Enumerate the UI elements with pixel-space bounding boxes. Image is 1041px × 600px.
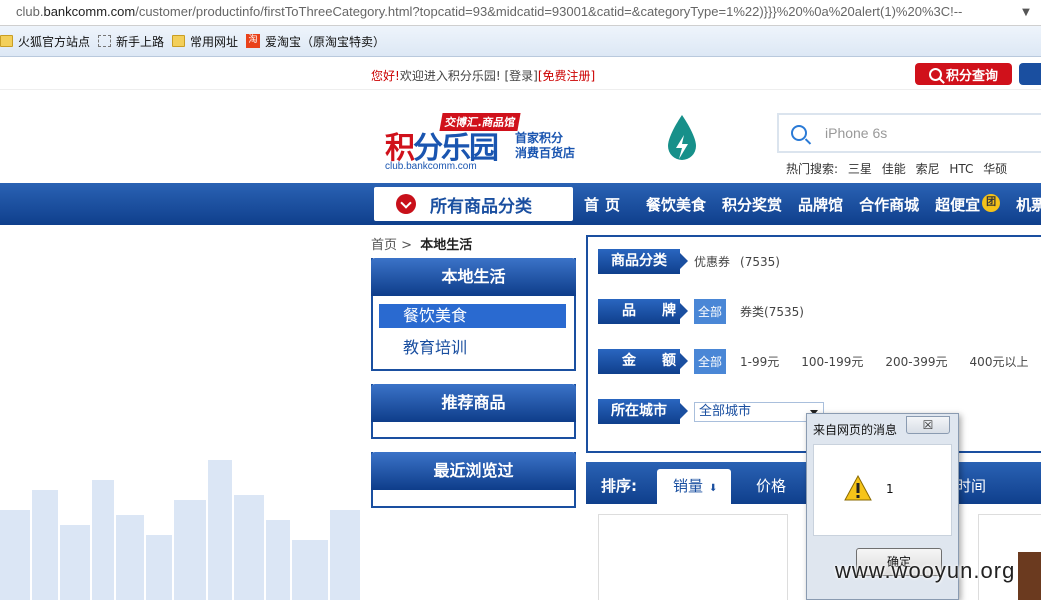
folder-icon (0, 35, 13, 47)
login-link[interactable]: [登录] (504, 69, 537, 83)
product-image[interactable] (1018, 552, 1041, 600)
filter-label-city: 所在城市 (598, 399, 688, 424)
sidebar-item-education[interactable]: 教育培训 (379, 336, 566, 360)
breadcrumb-home[interactable]: 首页 (371, 238, 397, 253)
filter-option-amount[interactable]: 400元以上 (970, 353, 1029, 370)
dialog-body: 1 (813, 444, 952, 536)
filter-option-amount[interactable]: 100-199元 (801, 353, 863, 370)
watermark: www.wooyun.org (835, 558, 1016, 583)
register-link[interactable]: [免费注册] (538, 69, 595, 83)
top-strip: 您好!欢迎进入积分乐园! [登录][免费注册] 积分查询 (0, 58, 1041, 90)
search-icon (928, 67, 942, 81)
local-life-panel: 本地生活 餐饮美食 教育培训 (371, 258, 576, 371)
filter-row-city: 所在城市 全部城市 (598, 399, 824, 424)
sort-label: 排序: (601, 477, 637, 495)
filter-option-amount[interactable]: 1-99元 (740, 353, 779, 370)
sort-tab-time[interactable]: 时间 (956, 475, 986, 496)
hot-search: 热门搜索: 三星 佳能 索尼 HTC 华硕 (786, 162, 1008, 176)
filter-row-brand: 品牌 全部 券类(7535) (598, 299, 826, 324)
taobao-icon: 淘 (246, 34, 261, 48)
filter-option-brand[interactable]: 券类(7535) (740, 303, 804, 320)
filter-option-coupon[interactable]: 优惠券 (694, 253, 730, 270)
filter-option-amount[interactable]: 200-399元 (885, 353, 947, 370)
recently-viewed-panel: 最近浏览过 (371, 452, 576, 508)
dialog-title: 来自网页的消息 (813, 423, 898, 437)
sort-tab-price[interactable]: 价格 (756, 475, 786, 496)
nav-item-bargain[interactable]: 超便宜团 (935, 193, 1001, 215)
header: 交博汇.商品馆 积分乐园 首家积分 消费百货店 club.bankcomm.com… (0, 91, 1041, 183)
product-card[interactable] (598, 514, 788, 600)
recommended-panel: 推荐商品 (371, 384, 576, 439)
hot-term[interactable]: HTC (949, 162, 973, 176)
recently-viewed-title: 最近浏览过 (371, 452, 576, 490)
search-icon[interactable] (791, 125, 807, 141)
local-life-title: 本地生活 (371, 258, 576, 296)
hot-term[interactable]: 索尼 (916, 162, 940, 176)
filter-count: (7535) (740, 254, 780, 269)
bookmark-firefox-site[interactable]: 火狐官方站点 (0, 33, 90, 50)
welcome-text: 您好!欢迎进入积分乐园! [登录][免费注册] (371, 69, 596, 83)
nav-item-dining[interactable]: 餐饮美食 (646, 194, 706, 215)
folder-icon (172, 35, 186, 47)
dialog-message: 1 (886, 482, 894, 496)
filter-label-category: 商品分类 (598, 249, 688, 274)
points-query-button[interactable]: 积分查询 (915, 63, 1012, 85)
all-categories-button[interactable]: 所有商品分类 (374, 187, 573, 221)
filter-label-amount: 金额 (598, 349, 688, 374)
water-drop-lightning-icon (668, 115, 696, 160)
sidebar-item-dining[interactable]: 餐饮美食 (379, 304, 566, 328)
url-dropdown-icon[interactable]: ▼ (1019, 6, 1033, 20)
recommended-title: 推荐商品 (371, 384, 576, 422)
city-select[interactable]: 全部城市 (694, 401, 824, 422)
filter-row-amount: 金额 全部 1-99元 100-199元 200-399元 400元以上 (598, 349, 1041, 374)
hot-term[interactable]: 佳能 (882, 162, 906, 176)
filter-label-brand: 品牌 (598, 299, 688, 324)
group-buy-icon: 团 (982, 193, 1001, 212)
bookmarks-bar: 火狐官方站点 新手上路 常用网址 淘爱淘宝（原淘宝特卖） (0, 26, 1041, 57)
site-logo[interactable]: 交博汇.商品馆 积分乐园 首家积分 消费百货店 club.bankcomm.com (385, 113, 585, 175)
search-box[interactable]: iPhone 6s (777, 113, 1041, 153)
nav-item-partners[interactable]: 合作商城 (859, 194, 919, 215)
bookmark-common-sites[interactable]: 常用网址 (172, 33, 238, 50)
bookmark-ai-taobao[interactable]: 淘爱淘宝（原淘宝特卖） (246, 33, 385, 50)
address-bar[interactable]: club.bankcomm.com/customer/productinfo/f… (0, 0, 1041, 26)
page-icon (98, 35, 112, 47)
filter-row-category: 商品分类 优惠券 (7535) (598, 249, 780, 274)
user-button[interactable] (1019, 63, 1041, 85)
city-skyline-background (0, 460, 360, 600)
nav-item-rewards[interactable]: 积分奖赏 (722, 194, 782, 215)
url-text[interactable]: club.bankcomm.com/customer/productinfo/f… (16, 4, 962, 19)
close-button[interactable]: ☒ (906, 416, 950, 434)
main-nav: 所有商品分类 首页 餐饮美食 积分奖赏 品牌馆 合作商城 超便宜团 机票 (0, 183, 1041, 225)
breadcrumb: 首页 > 本地生活 (371, 234, 472, 253)
breadcrumb-separator: > (401, 238, 413, 253)
nav-item-flights[interactable]: 机票 (1016, 194, 1041, 215)
search-input[interactable]: iPhone 6s (825, 125, 887, 141)
logo-domain: club.bankcomm.com (385, 161, 477, 172)
bookmark-getting-started[interactable]: 新手上路 (98, 33, 164, 50)
sort-tab-sales[interactable]: 销量 ⬇ (657, 469, 731, 504)
warning-icon (844, 475, 872, 501)
hot-term[interactable]: 三星 (848, 162, 872, 176)
breadcrumb-current: 本地生活 (420, 238, 473, 253)
hot-term[interactable]: 华硕 (983, 162, 1007, 176)
nav-item-home[interactable]: 首页 (584, 194, 626, 215)
arrow-down-icon: ⬇ (709, 483, 718, 494)
chevron-down-icon (396, 194, 416, 214)
nav-item-brands[interactable]: 品牌馆 (798, 194, 843, 215)
logo-slogan: 首家积分 消费百货店 (515, 131, 576, 160)
